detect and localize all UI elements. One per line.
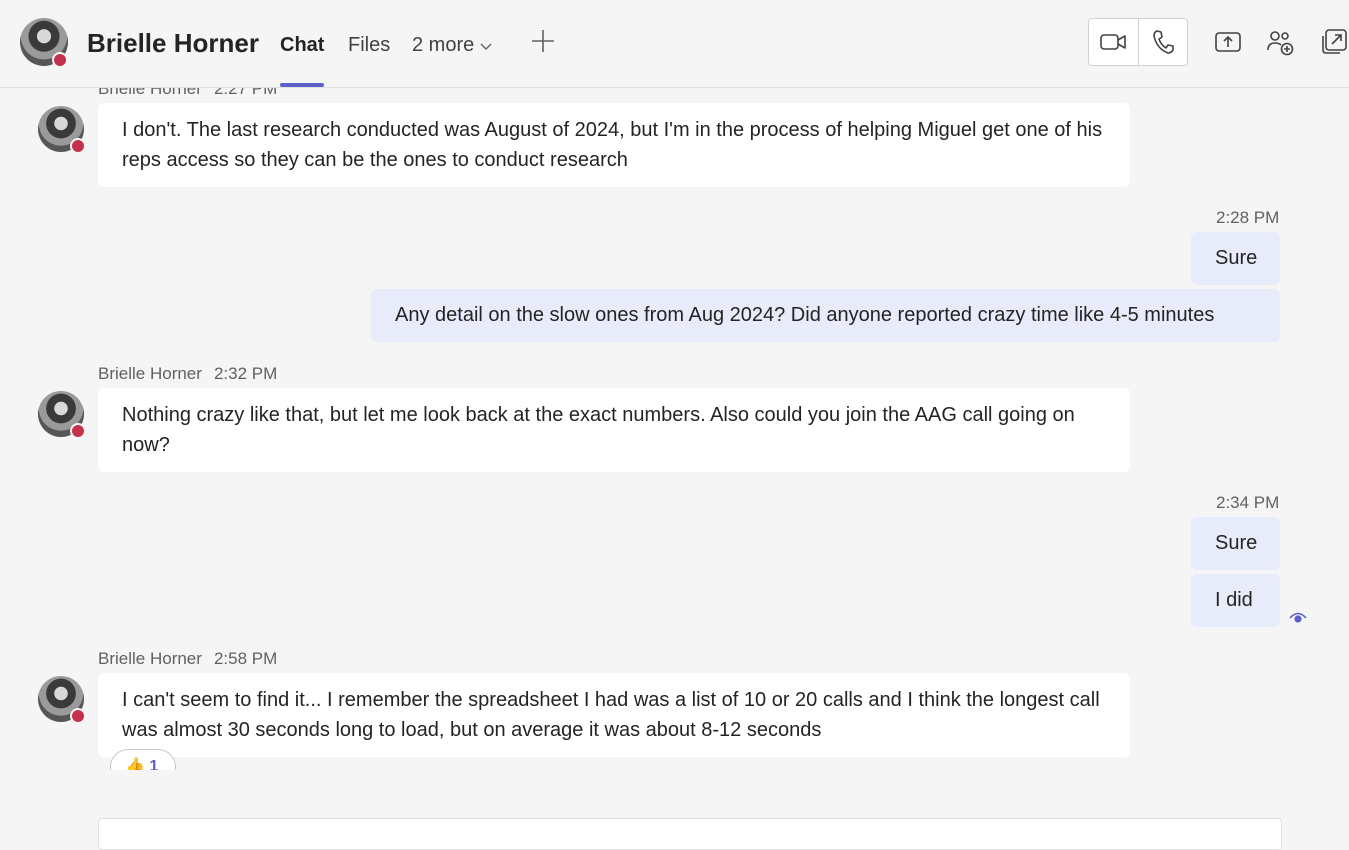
sender-name: Brielle Horner xyxy=(98,364,202,383)
message-time: 2:34 PM xyxy=(1216,493,1280,512)
message-list-clip xyxy=(0,770,1349,818)
tab-more-label: 2 more xyxy=(412,34,475,56)
my-message-bubble[interactable]: Sure xyxy=(1191,232,1280,285)
presence-busy-icon xyxy=(70,138,86,154)
my-message-bubble[interactable]: Sure xyxy=(1191,517,1280,570)
chat-header: Brielle Horner Chat Files 2 more xyxy=(0,0,1349,88)
video-call-icon xyxy=(1100,34,1127,50)
my-message-bubble[interactable]: Any detail on the slow ones from Aug 202… xyxy=(371,289,1280,342)
active-tab-indicator xyxy=(280,83,324,87)
message-list: Brielle Horner 2:27 PM I don't. The last … xyxy=(0,0,1349,850)
seen-icon xyxy=(1289,612,1307,623)
add-people-icon[interactable] xyxy=(1266,28,1294,56)
message-meta: Brielle Horner 2:32 PM xyxy=(98,364,277,384)
chevron-down-icon xyxy=(480,43,492,50)
presence-busy-icon xyxy=(52,52,68,68)
contact-name: Brielle Horner xyxy=(87,28,259,58)
message-text: Nothing crazy like that, but let me look… xyxy=(122,404,1075,456)
message-text: Sure xyxy=(1215,532,1258,554)
tab-more[interactable]: 2 more xyxy=(412,34,492,57)
compose-box[interactable] xyxy=(98,818,1282,850)
audio-call-icon xyxy=(1152,30,1174,54)
message-text: Any detail on the slow ones from Aug 202… xyxy=(395,304,1215,326)
message-time: 2:32 PM xyxy=(213,364,278,383)
message-bubble[interactable]: Nothing crazy like that, but let me look… xyxy=(98,388,1130,472)
message-bubble[interactable]: I can't seem to find it... I remember th… xyxy=(98,673,1130,757)
my-message-bubble[interactable]: I did xyxy=(1191,574,1280,627)
presence-busy-icon xyxy=(70,423,86,439)
pop-out-icon[interactable] xyxy=(1320,28,1348,56)
message-text: I did xyxy=(1215,589,1253,611)
message-bubble[interactable]: I don't. The last research conducted was… xyxy=(98,103,1130,187)
message-text: I don't. The last research conducted was… xyxy=(122,119,1103,171)
presence-busy-icon xyxy=(70,708,86,724)
tab-chat[interactable]: Chat xyxy=(280,34,324,57)
sender-name: Brielle Horner xyxy=(98,649,202,668)
message-text: Sure xyxy=(1215,247,1258,269)
message-time: 2:58 PM xyxy=(213,649,278,668)
message-meta: Brielle Horner 2:58 PM xyxy=(98,649,277,669)
add-tab-icon[interactable] xyxy=(530,28,556,54)
message-text: I can't seem to find it... I remember th… xyxy=(122,689,1100,741)
tab-files[interactable]: Files xyxy=(348,34,390,57)
video-call-button[interactable] xyxy=(1089,19,1138,65)
call-button-group xyxy=(1088,18,1188,66)
share-screen-icon[interactable] xyxy=(1214,28,1242,56)
audio-call-button[interactable] xyxy=(1137,19,1188,65)
message-time: 2:28 PM xyxy=(1216,208,1280,227)
